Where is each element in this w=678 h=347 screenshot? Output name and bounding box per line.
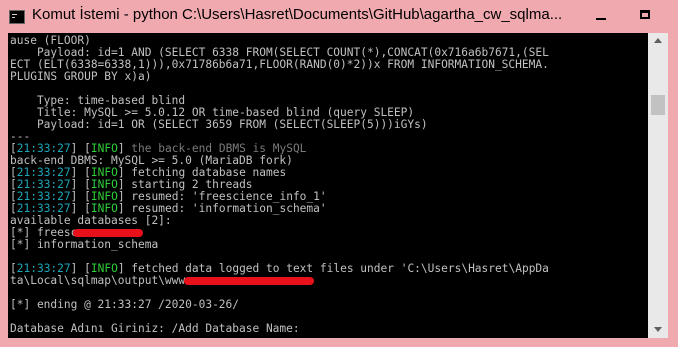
maximize-button[interactable]: [630, 6, 660, 26]
window-border-bottom: [0, 338, 678, 347]
scroll-thumb[interactable]: [651, 95, 665, 115]
scroll-up-arrow-icon[interactable]: [648, 33, 668, 49]
redaction-mark: [73, 229, 144, 237]
window-title: Komut İstemi - python C:\Users\Hasret\Do…: [32, 6, 563, 23]
console-line: Payload: id=1 OR (SELECT 3659 FROM (SELE…: [10, 118, 428, 131]
scroll-down-arrow-icon[interactable]: [648, 322, 668, 338]
console-line: PLUGINS GROUP BY x)a): [10, 70, 152, 83]
database-entry: [*] information_schema: [10, 238, 159, 251]
maximize-icon: [640, 10, 650, 19]
output-path: ta\Local\sqlmap\output\www.: [10, 274, 192, 287]
console-line: ta\Local\sqlmap\output\www.: [10, 275, 314, 287]
vertical-scrollbar[interactable]: [648, 33, 668, 338]
redaction-mark: [183, 277, 314, 285]
minimize-button[interactable]: [586, 6, 616, 26]
minimize-icon: [596, 18, 606, 20]
window-border-right: [668, 33, 678, 347]
input-prompt[interactable]: Database Adını Giriniz: /Add Database Na…: [10, 323, 300, 335]
console-output[interactable]: ause (FLOOR) Payload: id=1 AND (SELECT 6…: [8, 33, 648, 338]
title-bar[interactable]: Komut İstemi - python C:\Users\Hasret\Do…: [0, 0, 678, 33]
command-prompt-icon[interactable]: [9, 10, 25, 24]
command-prompt-window: Komut İstemi - python C:\Users\Hasret\Do…: [0, 0, 678, 347]
console-line: [*] ending @ 21:33:27 /2020-03-26/: [10, 298, 240, 311]
